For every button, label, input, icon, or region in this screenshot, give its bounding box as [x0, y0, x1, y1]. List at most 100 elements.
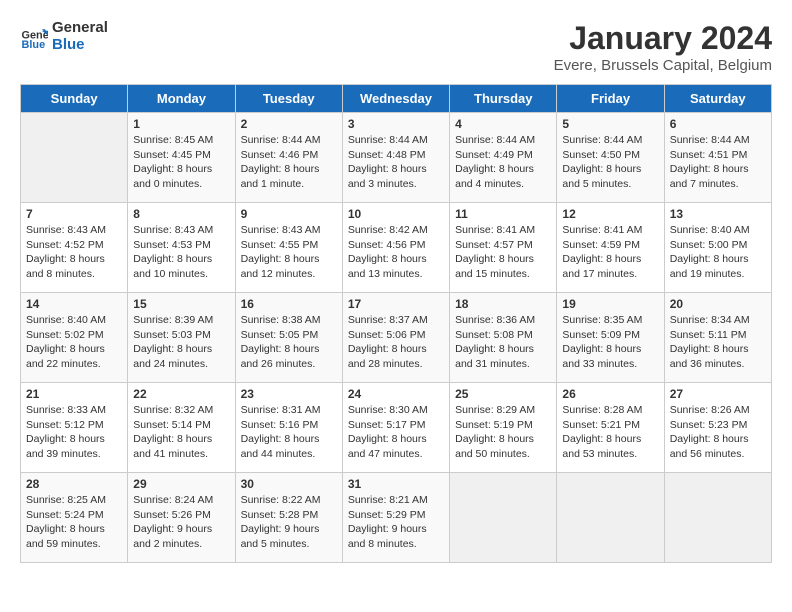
calendar-cell: 28 Sunrise: 8:25 AM Sunset: 5:24 PM Dayl…: [21, 473, 128, 563]
daylight-text: Daylight: 8 hours and 59 minutes.: [26, 522, 122, 551]
sunset-text: Sunset: 5:08 PM: [455, 328, 551, 343]
daylight-text: Daylight: 8 hours and 0 minutes.: [133, 162, 229, 191]
day-number: 17: [348, 297, 444, 311]
sunset-text: Sunset: 5:29 PM: [348, 508, 444, 523]
sunrise-text: Sunrise: 8:44 AM: [670, 133, 766, 148]
sunset-text: Sunset: 4:57 PM: [455, 238, 551, 253]
sunset-text: Sunset: 5:11 PM: [670, 328, 766, 343]
daylight-text: Daylight: 8 hours and 5 minutes.: [562, 162, 658, 191]
daylight-text: Daylight: 8 hours and 19 minutes.: [670, 252, 766, 281]
sunrise-text: Sunrise: 8:40 AM: [26, 313, 122, 328]
day-number: 6: [670, 117, 766, 131]
cell-content: Sunrise: 8:45 AM Sunset: 4:45 PM Dayligh…: [133, 133, 229, 192]
daylight-text: Daylight: 8 hours and 10 minutes.: [133, 252, 229, 281]
day-number: 11: [455, 207, 551, 221]
sunset-text: Sunset: 4:59 PM: [562, 238, 658, 253]
calendar-cell: 7 Sunrise: 8:43 AM Sunset: 4:52 PM Dayli…: [21, 203, 128, 293]
sunset-text: Sunset: 5:03 PM: [133, 328, 229, 343]
sunrise-text: Sunrise: 8:42 AM: [348, 223, 444, 238]
calendar-cell: [21, 113, 128, 203]
day-number: 18: [455, 297, 551, 311]
daylight-text: Daylight: 8 hours and 12 minutes.: [241, 252, 337, 281]
sunrise-text: Sunrise: 8:29 AM: [455, 403, 551, 418]
sunrise-text: Sunrise: 8:35 AM: [562, 313, 658, 328]
cell-content: Sunrise: 8:40 AM Sunset: 5:02 PM Dayligh…: [26, 313, 122, 372]
cell-content: Sunrise: 8:43 AM Sunset: 4:52 PM Dayligh…: [26, 223, 122, 282]
calendar-cell: 25 Sunrise: 8:29 AM Sunset: 5:19 PM Dayl…: [450, 383, 557, 473]
sunrise-text: Sunrise: 8:44 AM: [241, 133, 337, 148]
sunset-text: Sunset: 5:16 PM: [241, 418, 337, 433]
day-number: 2: [241, 117, 337, 131]
calendar-cell: 13 Sunrise: 8:40 AM Sunset: 5:00 PM Dayl…: [664, 203, 771, 293]
sunrise-text: Sunrise: 8:44 AM: [562, 133, 658, 148]
daylight-text: Daylight: 8 hours and 13 minutes.: [348, 252, 444, 281]
cell-content: Sunrise: 8:44 AM Sunset: 4:51 PM Dayligh…: [670, 133, 766, 192]
location-subtitle: Evere, Brussels Capital, Belgium: [554, 57, 772, 74]
sunrise-text: Sunrise: 8:43 AM: [241, 223, 337, 238]
daylight-text: Daylight: 8 hours and 56 minutes.: [670, 432, 766, 461]
cell-content: Sunrise: 8:39 AM Sunset: 5:03 PM Dayligh…: [133, 313, 229, 372]
sunset-text: Sunset: 4:45 PM: [133, 148, 229, 163]
sunrise-text: Sunrise: 8:25 AM: [26, 493, 122, 508]
sunrise-text: Sunrise: 8:33 AM: [26, 403, 122, 418]
daylight-text: Daylight: 8 hours and 8 minutes.: [26, 252, 122, 281]
calendar-cell: 29 Sunrise: 8:24 AM Sunset: 5:26 PM Dayl…: [128, 473, 235, 563]
sunrise-text: Sunrise: 8:43 AM: [26, 223, 122, 238]
cell-content: Sunrise: 8:42 AM Sunset: 4:56 PM Dayligh…: [348, 223, 444, 282]
daylight-text: Daylight: 8 hours and 1 minute.: [241, 162, 337, 191]
sunset-text: Sunset: 5:26 PM: [133, 508, 229, 523]
sunrise-text: Sunrise: 8:22 AM: [241, 493, 337, 508]
sunset-text: Sunset: 4:53 PM: [133, 238, 229, 253]
calendar-cell: 1 Sunrise: 8:45 AM Sunset: 4:45 PM Dayli…: [128, 113, 235, 203]
sunrise-text: Sunrise: 8:32 AM: [133, 403, 229, 418]
daylight-text: Daylight: 9 hours and 8 minutes.: [348, 522, 444, 551]
cell-content: Sunrise: 8:22 AM Sunset: 5:28 PM Dayligh…: [241, 493, 337, 552]
sunrise-text: Sunrise: 8:38 AM: [241, 313, 337, 328]
sunset-text: Sunset: 4:55 PM: [241, 238, 337, 253]
sunrise-text: Sunrise: 8:44 AM: [455, 133, 551, 148]
calendar-cell: 23 Sunrise: 8:31 AM Sunset: 5:16 PM Dayl…: [235, 383, 342, 473]
cell-content: Sunrise: 8:21 AM Sunset: 5:29 PM Dayligh…: [348, 493, 444, 552]
day-number: 28: [26, 477, 122, 491]
cell-content: Sunrise: 8:44 AM Sunset: 4:46 PM Dayligh…: [241, 133, 337, 192]
day-number: 29: [133, 477, 229, 491]
month-year-title: January 2024: [554, 20, 772, 57]
sunset-text: Sunset: 5:21 PM: [562, 418, 658, 433]
sunset-text: Sunset: 5:28 PM: [241, 508, 337, 523]
sunset-text: Sunset: 5:24 PM: [26, 508, 122, 523]
cell-content: Sunrise: 8:32 AM Sunset: 5:14 PM Dayligh…: [133, 403, 229, 462]
cell-content: Sunrise: 8:31 AM Sunset: 5:16 PM Dayligh…: [241, 403, 337, 462]
day-number: 14: [26, 297, 122, 311]
sunrise-text: Sunrise: 8:44 AM: [348, 133, 444, 148]
daylight-text: Daylight: 8 hours and 31 minutes.: [455, 342, 551, 371]
sunrise-text: Sunrise: 8:21 AM: [348, 493, 444, 508]
calendar-cell: 6 Sunrise: 8:44 AM Sunset: 4:51 PM Dayli…: [664, 113, 771, 203]
sunset-text: Sunset: 4:49 PM: [455, 148, 551, 163]
sunset-text: Sunset: 4:51 PM: [670, 148, 766, 163]
calendar-cell: 16 Sunrise: 8:38 AM Sunset: 5:05 PM Dayl…: [235, 293, 342, 383]
daylight-text: Daylight: 9 hours and 5 minutes.: [241, 522, 337, 551]
calendar-cell: 8 Sunrise: 8:43 AM Sunset: 4:53 PM Dayli…: [128, 203, 235, 293]
sunrise-text: Sunrise: 8:37 AM: [348, 313, 444, 328]
daylight-text: Daylight: 8 hours and 39 minutes.: [26, 432, 122, 461]
cell-content: Sunrise: 8:30 AM Sunset: 5:17 PM Dayligh…: [348, 403, 444, 462]
sunset-text: Sunset: 5:14 PM: [133, 418, 229, 433]
day-number: 10: [348, 207, 444, 221]
calendar-cell: 9 Sunrise: 8:43 AM Sunset: 4:55 PM Dayli…: [235, 203, 342, 293]
calendar-cell: 18 Sunrise: 8:36 AM Sunset: 5:08 PM Dayl…: [450, 293, 557, 383]
calendar-cell: 27 Sunrise: 8:26 AM Sunset: 5:23 PM Dayl…: [664, 383, 771, 473]
sunset-text: Sunset: 5:05 PM: [241, 328, 337, 343]
cell-content: Sunrise: 8:38 AM Sunset: 5:05 PM Dayligh…: [241, 313, 337, 372]
calendar-cell: 10 Sunrise: 8:42 AM Sunset: 4:56 PM Dayl…: [342, 203, 449, 293]
day-header-sunday: Sunday: [21, 85, 128, 113]
calendar-cell: 30 Sunrise: 8:22 AM Sunset: 5:28 PM Dayl…: [235, 473, 342, 563]
cell-content: Sunrise: 8:33 AM Sunset: 5:12 PM Dayligh…: [26, 403, 122, 462]
calendar-cell: [664, 473, 771, 563]
cell-content: Sunrise: 8:41 AM Sunset: 4:59 PM Dayligh…: [562, 223, 658, 282]
cell-content: Sunrise: 8:44 AM Sunset: 4:48 PM Dayligh…: [348, 133, 444, 192]
calendar-cell: 24 Sunrise: 8:30 AM Sunset: 5:17 PM Dayl…: [342, 383, 449, 473]
cell-content: Sunrise: 8:43 AM Sunset: 4:53 PM Dayligh…: [133, 223, 229, 282]
calendar-header-row: SundayMondayTuesdayWednesdayThursdayFrid…: [21, 85, 772, 113]
cell-content: Sunrise: 8:24 AM Sunset: 5:26 PM Dayligh…: [133, 493, 229, 552]
cell-content: Sunrise: 8:40 AM Sunset: 5:00 PM Dayligh…: [670, 223, 766, 282]
